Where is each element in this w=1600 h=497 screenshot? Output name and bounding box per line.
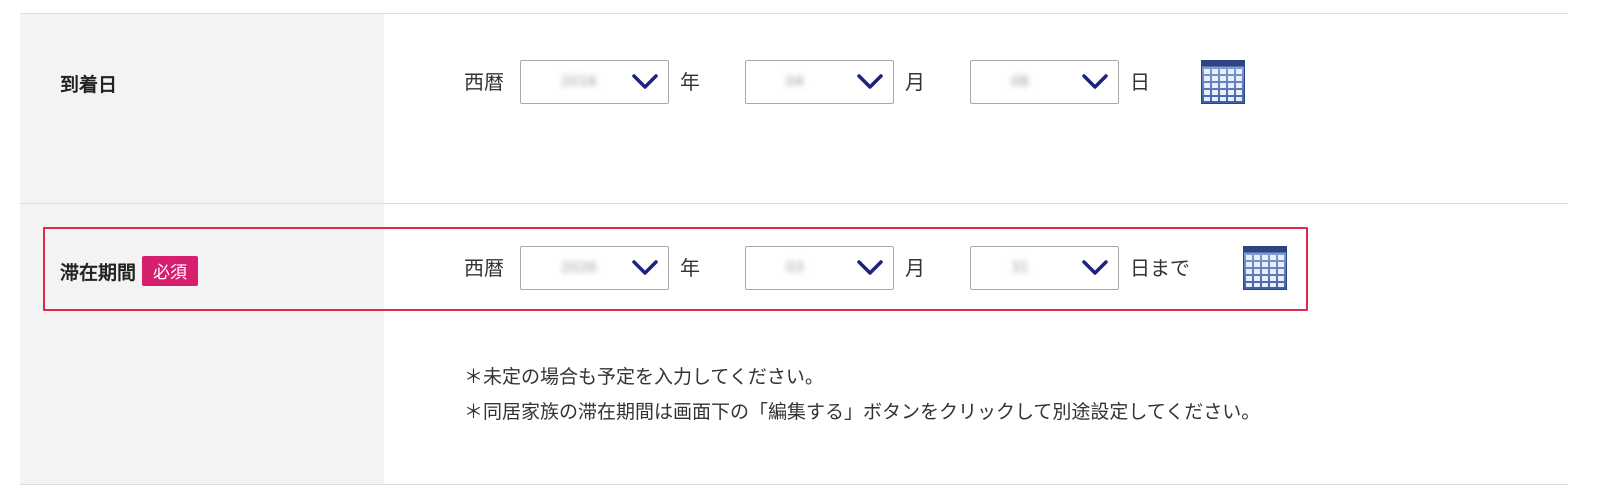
stay-era-label: 西暦 <box>464 256 504 280</box>
arrival-day-value: 08 <box>1011 74 1029 90</box>
arrival-day-unit: 日 <box>1130 70 1150 94</box>
stay-label-cell: 滞在期間 必須 <box>20 204 384 484</box>
arrival-date-label: 到着日 <box>60 74 118 96</box>
stay-month-select[interactable]: 03 <box>745 246 894 290</box>
stay-day-unit: 日まで <box>1130 256 1190 280</box>
stay-day-value: 31 <box>1011 260 1029 276</box>
chevron-down-icon <box>632 260 658 275</box>
arrival-era-label: 西暦 <box>464 70 504 94</box>
arrival-month-select[interactable]: 04 <box>745 60 894 104</box>
stay-day-select[interactable]: 31 <box>970 246 1119 290</box>
stay-period-row: 滞在期間 必須 西暦 2026 年 03 月 31 日まで ＊未定の場合も予定を… <box>20 203 1568 485</box>
stay-month-unit: 月 <box>905 256 925 280</box>
arrival-month-unit: 月 <box>905 70 925 94</box>
stay-period-label-text: 滞在期間 <box>60 262 137 284</box>
required-badge: 必須 <box>142 256 199 286</box>
arrival-input-cell: 西暦 2016 年 04 月 08 日 <box>384 14 1568 204</box>
chevron-down-icon <box>857 260 883 275</box>
chevron-down-icon <box>632 74 658 89</box>
arrival-year-unit: 年 <box>680 70 700 94</box>
stay-month-value: 03 <box>786 260 804 276</box>
chevron-down-icon <box>1082 74 1108 89</box>
stay-year-select[interactable]: 2026 <box>520 246 669 290</box>
date-form: 到着日 西暦 2016 年 04 月 08 日 滞在期間 必須 西暦 2026 … <box>20 0 1568 497</box>
calendar-icon[interactable] <box>1243 246 1287 290</box>
chevron-down-icon <box>1082 260 1108 275</box>
stay-note-family: ＊同居家族の滞在期間は画面下の「編集する」ボタンをクリックして別途設定してくださ… <box>464 401 1261 423</box>
arrival-year-select[interactable]: 2016 <box>520 60 669 104</box>
arrival-day-select[interactable]: 08 <box>970 60 1119 104</box>
stay-year-unit: 年 <box>680 256 700 280</box>
arrival-date-row: 到着日 西暦 2016 年 04 月 08 日 <box>20 13 1568 204</box>
stay-input-cell: 西暦 2026 年 03 月 31 日まで ＊未定の場合も予定を入力してください… <box>384 204 1568 484</box>
calendar-icon[interactable] <box>1201 60 1245 104</box>
stay-year-value: 2026 <box>561 260 597 276</box>
arrival-month-value: 04 <box>786 74 804 90</box>
stay-note-undecided: ＊未定の場合も予定を入力してください。 <box>464 366 824 388</box>
chevron-down-icon <box>857 74 883 89</box>
arrival-year-value: 2016 <box>561 74 597 90</box>
arrival-label-cell: 到着日 <box>20 14 384 204</box>
stay-period-label: 滞在期間 必須 <box>60 256 199 286</box>
